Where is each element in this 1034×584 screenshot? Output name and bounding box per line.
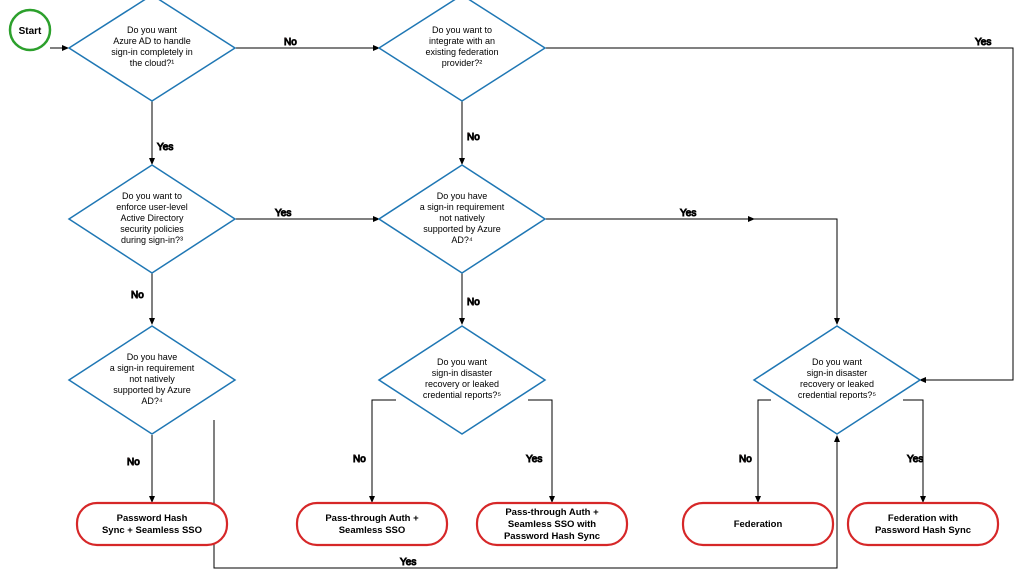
svg-text:Azure AD to handle: Azure AD to handle [113, 36, 191, 46]
label-d6-no: No [353, 454, 366, 465]
label-d3-no: No [131, 290, 144, 301]
terminator-t4: Federation [683, 503, 833, 545]
svg-text:supported by Azure: supported by Azure [423, 224, 501, 234]
svg-text:supported by Azure: supported by Azure [113, 385, 191, 395]
svg-text:Password Hash Sync: Password Hash Sync [875, 525, 971, 536]
svg-text:Do you want to: Do you want to [432, 25, 492, 35]
edge-d7-no-t4 [758, 400, 771, 502]
terminator-t5: Federation with Password Hash Sync [848, 503, 998, 545]
svg-text:AD?⁴: AD?⁴ [451, 235, 473, 245]
decision-d3: Do you want to enforce user-level Active… [69, 165, 235, 273]
label-d5-yes: Yes [400, 557, 416, 568]
svg-text:enforce user-level: enforce user-level [116, 202, 188, 212]
svg-text:a sign-in requirement: a sign-in requirement [420, 202, 505, 212]
decision-d2: Do you want to integrate with an existin… [379, 0, 545, 101]
edge-d6-yes-t3 [528, 400, 552, 502]
decision-d7: Do you want sign-in disaster recovery or… [754, 326, 920, 434]
start-node: Start [10, 10, 50, 50]
svg-text:Pass-through Auth +: Pass-through Auth + [325, 513, 419, 524]
label-d2-yes: Yes [975, 37, 991, 48]
svg-text:during sign-in?³: during sign-in?³ [121, 235, 183, 245]
label-d5-no: No [127, 457, 140, 468]
label-d2-no: No [467, 132, 480, 143]
decision-d1: Do you want Azure AD to handle sign-in c… [69, 0, 235, 101]
svg-text:sign-in disaster: sign-in disaster [807, 368, 868, 378]
decision-d6: Do you want sign-in disaster recovery or… [379, 326, 545, 434]
label-d1-no: No [284, 37, 297, 48]
svg-text:Do you have: Do you have [127, 352, 178, 362]
edge-d6-no-t2 [372, 400, 396, 502]
svg-text:Pass-through Auth +: Pass-through Auth + [505, 507, 599, 518]
svg-text:credential reports?⁵: credential reports?⁵ [798, 390, 877, 400]
decision-d4: Do you have a sign-in requirement not na… [379, 165, 545, 273]
svg-text:Password Hash Sync: Password Hash Sync [504, 531, 600, 542]
svg-text:Do you want: Do you want [127, 25, 178, 35]
svg-text:existing federation: existing federation [425, 47, 498, 57]
label-d7-no: No [739, 454, 752, 465]
svg-text:Do you want to: Do you want to [122, 191, 182, 201]
svg-text:Sync + Seamless SSO: Sync + Seamless SSO [102, 525, 202, 536]
svg-text:Federation with: Federation with [888, 513, 958, 524]
svg-text:not natively: not natively [439, 213, 485, 223]
svg-text:Do you have: Do you have [437, 191, 488, 201]
label-d1-yes: Yes [157, 142, 173, 153]
edge-d7-yes-t5 [903, 400, 923, 502]
svg-text:not natively: not natively [129, 374, 175, 384]
svg-text:AD?⁴: AD?⁴ [141, 396, 163, 406]
start-label: Start [19, 26, 42, 37]
terminator-t1: Password Hash Sync + Seamless SSO [77, 503, 227, 545]
svg-text:the cloud?¹: the cloud?¹ [130, 58, 175, 68]
svg-text:sign-in completely in: sign-in completely in [111, 47, 193, 57]
svg-text:Active Directory: Active Directory [120, 213, 184, 223]
terminator-t3: Pass-through Auth + Seamless SSO with Pa… [477, 503, 627, 545]
svg-text:Seamless SSO with: Seamless SSO with [508, 519, 596, 530]
label-d7-yes: Yes [907, 454, 923, 465]
label-d3-yes: Yes [275, 208, 291, 219]
edge-d2-yes-d7 [545, 48, 1013, 380]
label-d4-yes: Yes [680, 208, 696, 219]
svg-text:provider?²: provider?² [442, 58, 483, 68]
svg-text:Do you want: Do you want [812, 357, 863, 367]
svg-text:recovery or leaked: recovery or leaked [800, 379, 874, 389]
label-d4-no: No [467, 297, 480, 308]
decision-d5: Do you have a sign-in requirement not na… [69, 326, 235, 434]
terminator-t2: Pass-through Auth + Seamless SSO [297, 503, 447, 545]
edge-d4-yes-d7b [754, 219, 837, 324]
svg-text:Seamless SSO: Seamless SSO [339, 525, 406, 536]
svg-text:security policies: security policies [120, 224, 184, 234]
svg-text:Password Hash: Password Hash [117, 513, 188, 524]
svg-text:Do you want: Do you want [437, 357, 488, 367]
svg-text:Federation: Federation [734, 519, 783, 530]
svg-text:credential reports?⁵: credential reports?⁵ [423, 390, 502, 400]
svg-text:a sign-in requirement: a sign-in requirement [110, 363, 195, 373]
label-d6-yes: Yes [526, 454, 542, 465]
svg-text:recovery or leaked: recovery or leaked [425, 379, 499, 389]
svg-text:sign-in disaster: sign-in disaster [432, 368, 493, 378]
svg-text:integrate with an: integrate with an [429, 36, 495, 46]
